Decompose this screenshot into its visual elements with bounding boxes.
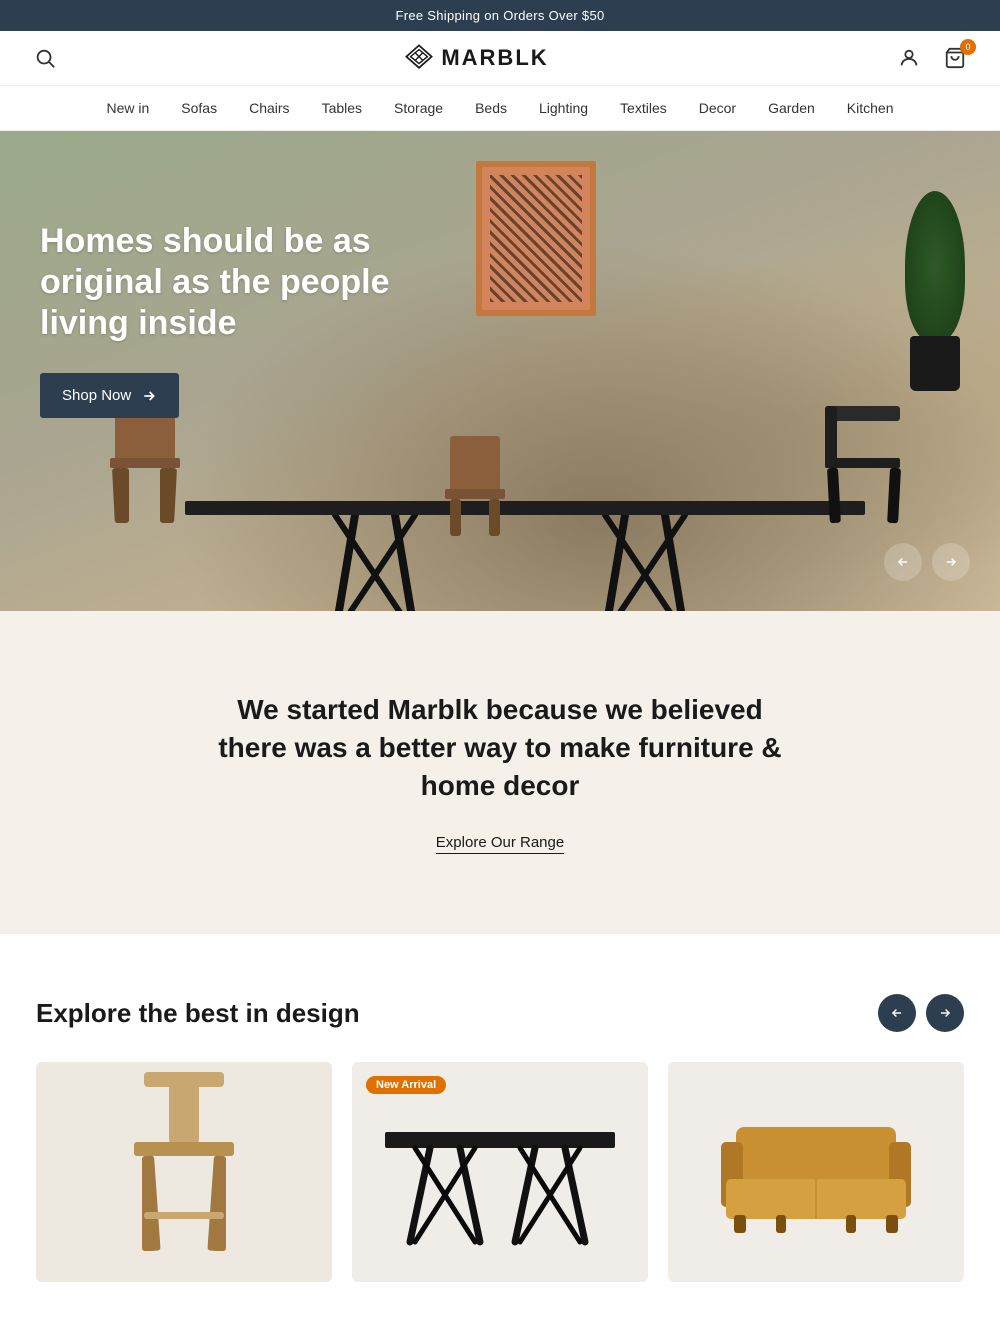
product-image-2: New Arrival (352, 1062, 648, 1282)
logo-icon (405, 44, 433, 72)
hero-painting-decoration (476, 161, 596, 316)
cart-badge: 0 (960, 39, 976, 55)
products-next-button[interactable] (926, 994, 964, 1032)
header: MARBLK 0 (0, 31, 1000, 86)
arrow-right-icon-2 (944, 555, 958, 569)
nav-item-tables[interactable]: Tables (322, 100, 362, 116)
products-header: Explore the best in design (36, 994, 964, 1032)
hero-chair-right (820, 406, 910, 536)
product-image-1 (36, 1062, 332, 1282)
products-section: Explore the best in design (0, 934, 1000, 1322)
nav-item-lighting[interactable]: Lighting (539, 100, 588, 116)
products-prev-button[interactable] (878, 994, 916, 1032)
hero-carousel-controls (884, 543, 970, 581)
arrow-left-icon (896, 555, 910, 569)
header-actions: 0 (894, 43, 970, 73)
announcement-text: Free Shipping on Orders Over $50 (395, 8, 604, 23)
nav-item-beds[interactable]: Beds (475, 100, 507, 116)
logo-area: MARBLK (405, 44, 548, 72)
hero-chair-center (435, 436, 515, 536)
products-section-title: Explore the best in design (36, 998, 360, 1029)
arrow-left-icon-2 (890, 1006, 904, 1020)
products-grid: New Arrival (36, 1062, 964, 1282)
products-carousel-controls (878, 994, 964, 1032)
new-arrival-badge: New Arrival (366, 1076, 446, 1094)
hero-headline: Homes should be as original as the peopl… (40, 221, 400, 343)
hero-plant-decoration (900, 191, 970, 391)
hero-section: Homes should be as original as the peopl… (0, 131, 1000, 611)
plant-leaf (905, 191, 965, 341)
table-legs-svg (275, 515, 775, 611)
main-nav: New in Sofas Chairs Tables Storage Beds … (0, 86, 1000, 131)
product-card-1[interactable] (36, 1062, 332, 1282)
nav-item-chairs[interactable]: Chairs (249, 100, 289, 116)
nav-item-textiles[interactable]: Textiles (620, 100, 667, 116)
nav-item-decor[interactable]: Decor (699, 100, 736, 116)
explore-range-link[interactable]: Explore Our Range (436, 834, 564, 854)
hero-prev-button[interactable] (884, 543, 922, 581)
nav-item-garden[interactable]: Garden (768, 100, 815, 116)
account-icon (898, 47, 920, 69)
mission-section: We started Marblk because we believed th… (0, 611, 1000, 934)
product-card-3[interactable] (668, 1062, 964, 1282)
arrow-right-icon (141, 388, 157, 404)
hero-chair-left (105, 406, 185, 536)
chair-product-svg (114, 1072, 254, 1272)
sofa-product-svg (716, 1107, 916, 1237)
nav-item-kitchen[interactable]: Kitchen (847, 100, 894, 116)
product-card-2[interactable]: New Arrival (352, 1062, 648, 1282)
nav-item-sofas[interactable]: Sofas (181, 100, 217, 116)
account-button[interactable] (894, 43, 924, 73)
hero-text-area: Homes should be as original as the peopl… (40, 221, 400, 418)
product-image-3 (668, 1062, 964, 1282)
nav-item-storage[interactable]: Storage (394, 100, 443, 116)
search-icon (34, 47, 56, 69)
mission-text: We started Marblk because we believed th… (210, 691, 790, 804)
arrow-right-icon-3 (938, 1006, 952, 1020)
logo-text: MARBLK (441, 45, 548, 71)
search-area (30, 43, 60, 73)
plant-pot (910, 336, 960, 391)
search-button[interactable] (30, 43, 60, 73)
cart-wrapper: 0 (940, 43, 970, 73)
announcement-bar: Free Shipping on Orders Over $50 (0, 0, 1000, 31)
shop-now-button[interactable]: Shop Now (40, 373, 179, 418)
table-product-svg (380, 1092, 620, 1252)
hero-next-button[interactable] (932, 543, 970, 581)
nav-item-new-in[interactable]: New in (106, 100, 149, 116)
